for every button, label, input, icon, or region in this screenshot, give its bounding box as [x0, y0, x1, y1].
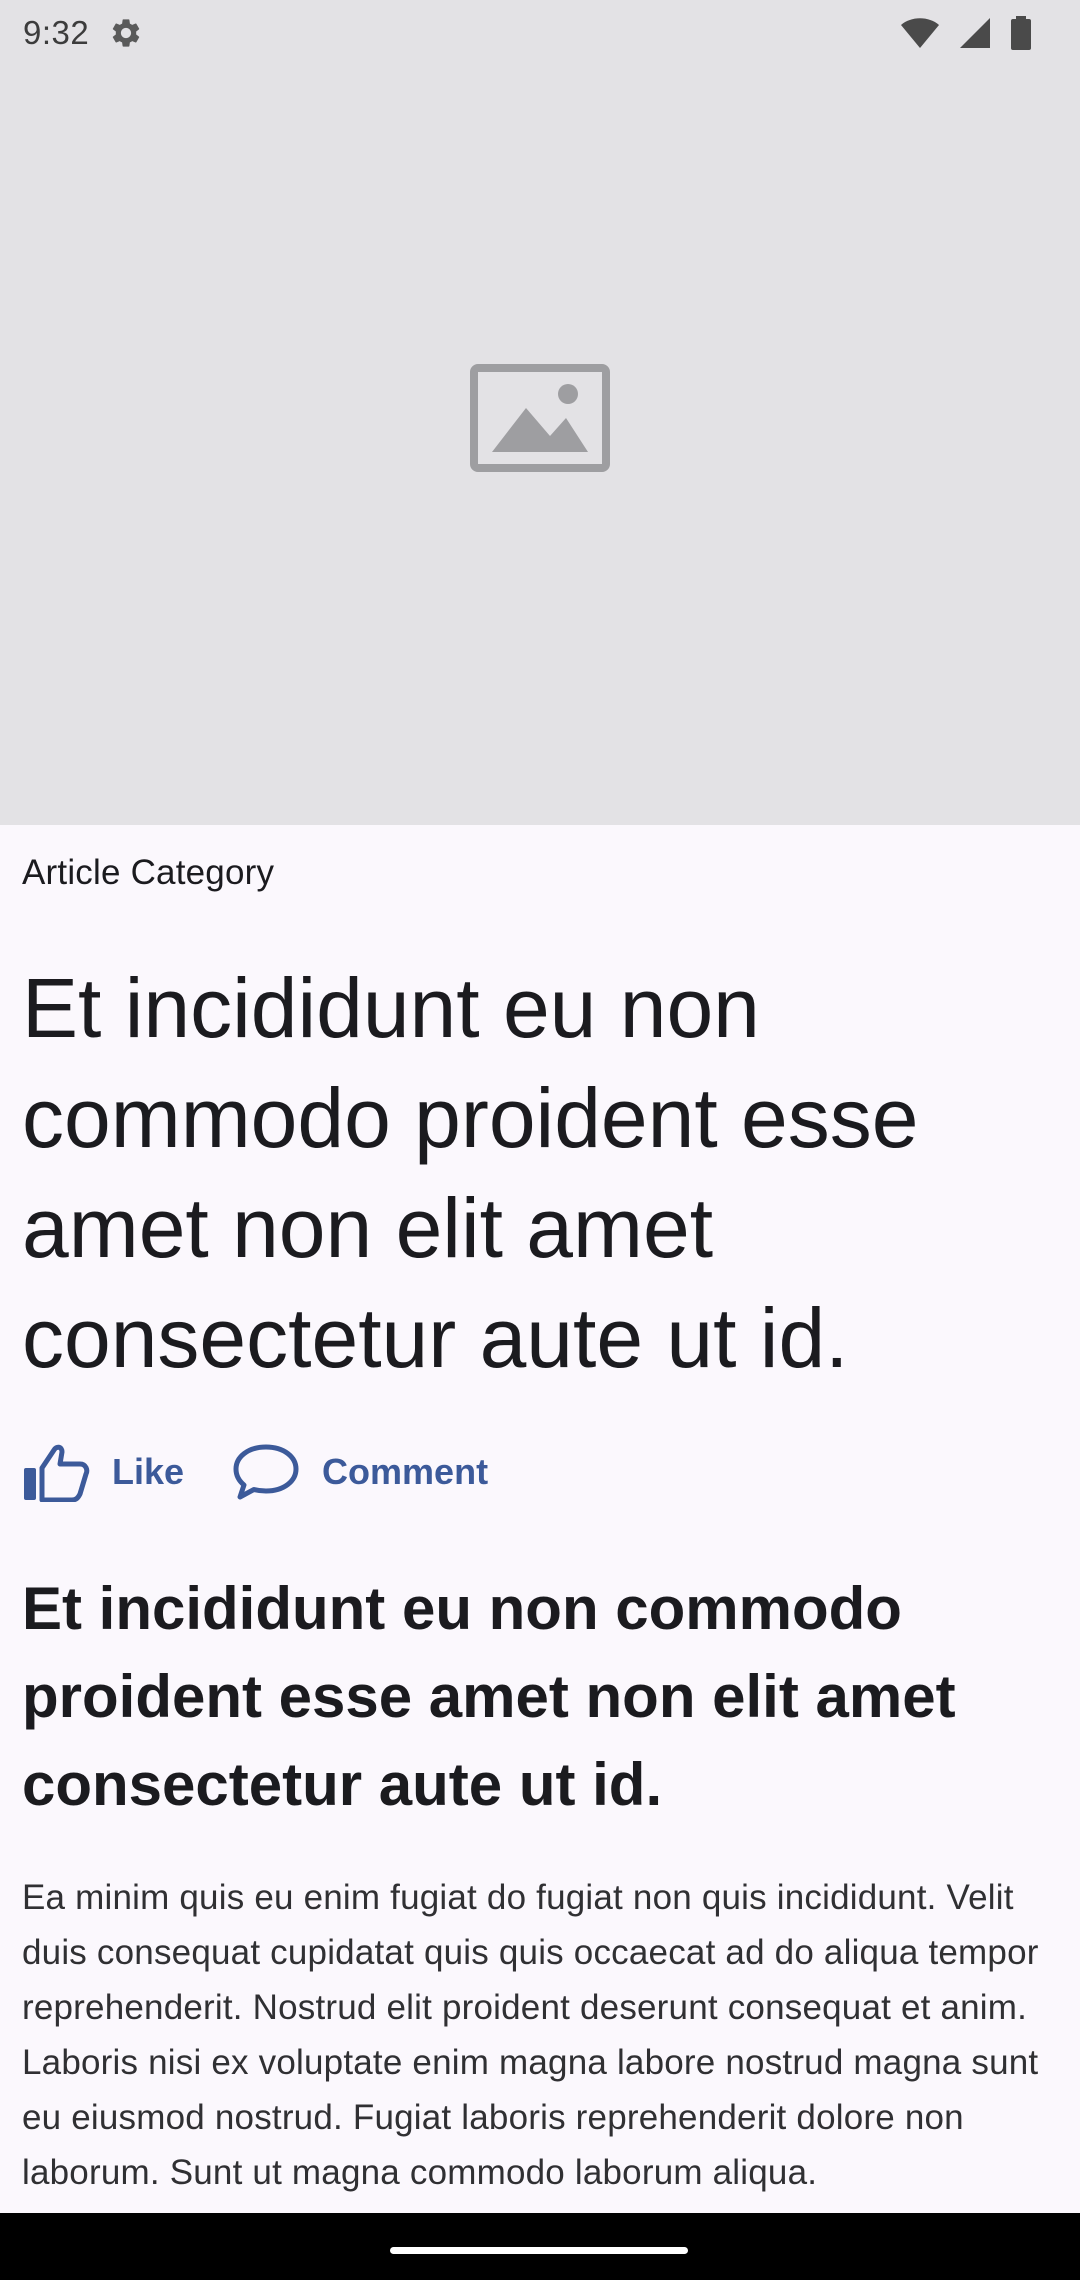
like-button[interactable]: Like	[22, 1442, 184, 1502]
article-headline: Et incididunt eu non commodo proident es…	[22, 961, 919, 1385]
comment-label: Comment	[322, 1451, 489, 1492]
image-placeholder-icon	[470, 364, 610, 472]
home-gesture-handle[interactable]	[390, 2247, 688, 2254]
thumbs-up-icon	[24, 1444, 90, 1502]
article-content: Article Category Et incididunt eu non co…	[0, 825, 1080, 2213]
article-category: Article Category	[22, 853, 275, 892]
navigation-bar	[0, 2213, 1080, 2280]
cellular-signal-icon	[960, 18, 990, 48]
wifi-icon	[901, 18, 939, 48]
article-screen: 9:32 Article Category Et incididunt eu n…	[0, 0, 1080, 2280]
status-bar: 9:32	[0, 0, 1080, 66]
settings-icon	[113, 19, 140, 47]
battery-icon	[1011, 16, 1031, 50]
hero-image	[0, 0, 1080, 825]
article-actions: Like Comment	[22, 1437, 488, 1507]
comment-button[interactable]: Comment	[232, 1443, 488, 1501]
article-body: Ea minim quis eu enim fugiat do fugiat n…	[22, 1878, 1039, 2192]
status-time: 9:32	[23, 14, 90, 51]
like-label: Like	[112, 1451, 185, 1492]
comment-icon	[233, 1444, 299, 1500]
article-subheadline: Et incididunt eu non commodo proident es…	[22, 1575, 956, 1818]
